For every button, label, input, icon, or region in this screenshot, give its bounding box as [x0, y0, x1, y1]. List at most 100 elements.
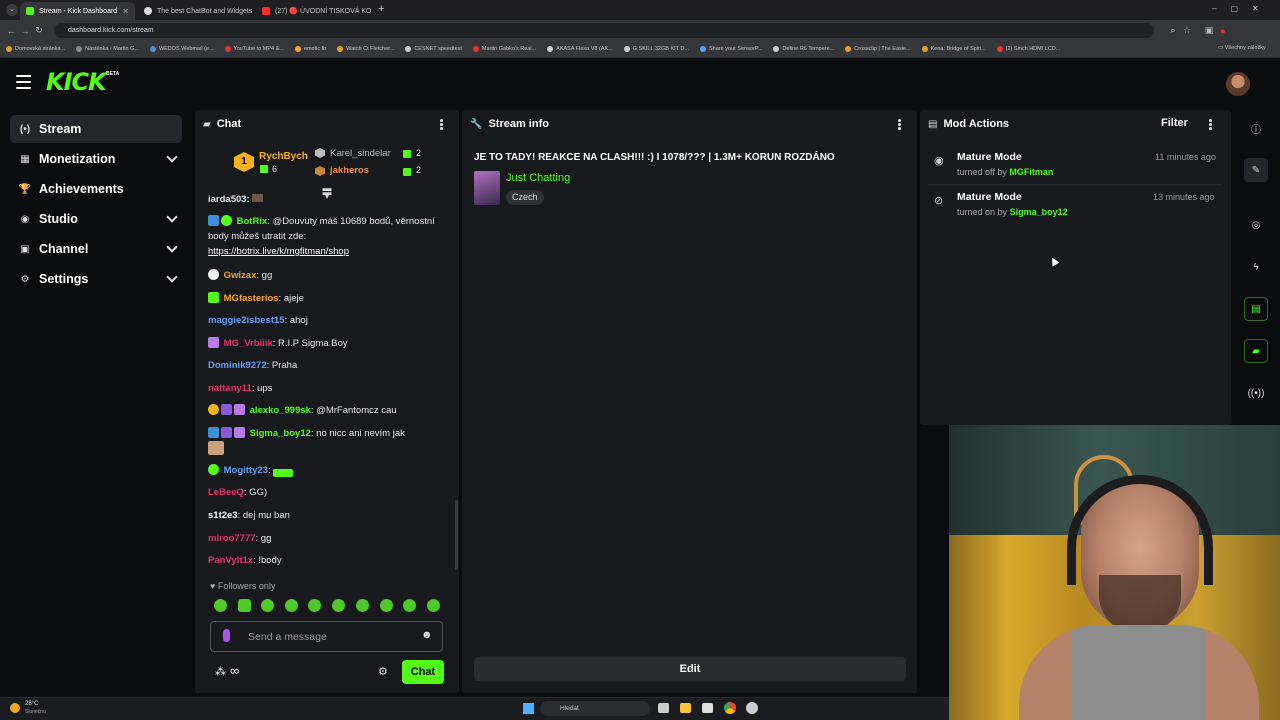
kick-points-icon[interactable]: ⁂	[215, 665, 226, 678]
calendar-icon[interactable]	[702, 703, 713, 713]
bookmark-item[interactable]: Martin Gabko's Real...	[472, 46, 536, 52]
avatar[interactable]	[1226, 72, 1250, 96]
chat-username[interactable]: nattany11	[208, 383, 252, 394]
url-input[interactable]: dashboard.kick.com/stream	[54, 23, 1154, 38]
emoji-icon[interactable]: ☻	[421, 629, 433, 641]
leader-1-name[interactable]: RychBych	[259, 151, 308, 162]
bookmark-item[interactable]: Kena: Bridge of Spiri...	[921, 46, 986, 52]
chat-username[interactable]: s1t2e3	[208, 510, 238, 521]
chat-link[interactable]: https://botrix.live/k/mgfitman/shop	[208, 246, 349, 257]
bookmark-item[interactable]: G.SKILL 32GB KIT D...	[623, 46, 689, 52]
bookmark-item[interactable]: WEDOS Webmail (e...	[149, 46, 214, 52]
mod-action-user[interactable]: MGFitman	[1009, 167, 1053, 177]
task-view-icon[interactable]	[658, 703, 669, 713]
bookmark-item[interactable]: Share your SensorP...	[699, 46, 762, 52]
sidebar-item-channel[interactable]: ▣ Channel	[10, 235, 182, 263]
chat-settings-icon[interactable]: ⚙	[378, 665, 388, 678]
sidebar-item-monetization[interactable]: ▦ Monetization	[10, 145, 182, 173]
chevron-down-icon[interactable]	[166, 151, 178, 163]
emote-icon[interactable]	[380, 599, 393, 612]
back-icon[interactable]: ←	[4, 26, 18, 36]
chat-message-list[interactable]: jarda503: BotRix: @Douvuty máš 10689 bod…	[208, 194, 453, 576]
taskbar-search[interactable]: Hledat	[540, 701, 650, 716]
emote-icon[interactable]	[427, 599, 440, 612]
chat-username[interactable]: LeBeeQ	[208, 487, 244, 498]
steam-icon[interactable]	[746, 702, 758, 714]
chat-username[interactable]: jarda503:	[208, 194, 250, 202]
bookmark-item[interactable]: CESNET speedtest	[405, 46, 462, 52]
bookmark-item[interactable]: Domovská stránka...	[6, 46, 65, 52]
chat-username[interactable]: maggie2isbest15	[208, 315, 285, 326]
chat-username[interactable]: MGfasterios	[224, 293, 279, 304]
bookmark-item[interactable]: YouTube to MP4 &...	[224, 46, 284, 52]
send-chat-button[interactable]: Chat	[402, 660, 444, 684]
emote-icon[interactable]	[308, 599, 321, 612]
leader-2-name[interactable]: Karel_sindelar	[330, 148, 391, 159]
kick-logo[interactable]: KICK	[46, 68, 107, 96]
emote-icon[interactable]	[403, 599, 416, 612]
info-icon[interactable]: ⓘ	[1244, 116, 1268, 140]
emote-icon[interactable]	[332, 599, 345, 612]
chat-username[interactable]: BotRix	[237, 216, 268, 227]
chevron-down-icon[interactable]	[166, 271, 178, 283]
chevron-down-icon[interactable]	[166, 211, 178, 223]
chat-username[interactable]: MG_Vrbiiik	[224, 338, 273, 349]
chat-username[interactable]: Gwizax	[224, 270, 257, 281]
filter-button[interactable]: Filter	[1161, 117, 1188, 129]
edit-button[interactable]: Edit	[474, 657, 906, 681]
bookmark-item[interactable]: AKASA Flexa V8 (AK...	[547, 46, 613, 52]
emote-icon[interactable]	[238, 599, 251, 612]
bookmark-item[interactable]: emotic fb	[294, 46, 326, 52]
chat-input[interactable]: Send a message ☻	[210, 621, 443, 652]
sidebar-item-stream[interactable]: (•) Stream	[10, 115, 182, 143]
chat-scrollbar[interactable]	[455, 500, 458, 570]
emote-icon[interactable]	[285, 599, 298, 612]
window-controls[interactable]: –▢✕	[1212, 4, 1273, 13]
start-icon[interactable]	[523, 703, 534, 714]
star-icon[interactable]: ☆	[1180, 25, 1194, 36]
tab-search-icon[interactable]: ⌄	[6, 4, 18, 16]
chat-username[interactable]: PanVylt1x	[208, 555, 253, 566]
tab-chatbot[interactable]: The best ChatBot and Widgets ✕	[138, 2, 253, 20]
close-icon[interactable]: ✕	[252, 7, 253, 16]
leader-3-name[interactable]: jakheros	[330, 165, 369, 176]
tab-youtube[interactable]: (27) 🔴 ÚVODNÍ TISKOVÁ KONF... ✕	[256, 2, 371, 20]
chrome-icon[interactable]	[724, 702, 736, 714]
camera-icon[interactable]: ◎	[1244, 213, 1268, 237]
bookmark-item[interactable]: Nástěnka ‹ Martin G...	[76, 46, 139, 52]
stream-info-menu-icon[interactable]	[898, 119, 901, 131]
profile-icon[interactable]: ●	[1216, 26, 1230, 36]
category-link[interactable]: Just Chatting	[506, 172, 570, 184]
reload-icon[interactable]: ↻	[32, 25, 46, 36]
mod-actions-rail-icon[interactable]: ▤	[1244, 297, 1268, 321]
chat-username[interactable]: alexko_999sk	[250, 405, 311, 416]
close-icon[interactable]: ✕	[118, 7, 129, 16]
microphone-icon[interactable]	[223, 629, 230, 642]
bookmark-item[interactable]: Define R6 Tempere...	[773, 46, 834, 52]
extension-icon[interactable]: ▣	[1202, 25, 1216, 36]
file-explorer-icon[interactable]	[680, 703, 691, 713]
sidebar-item-studio[interactable]: ◉ Studio	[10, 205, 182, 233]
sidebar-item-settings[interactable]: ⚙ Settings	[10, 265, 182, 293]
tab-kick-dashboard[interactable]: Stream - Kick Dashboard ✕	[20, 2, 135, 20]
category-thumbnail[interactable]	[474, 171, 500, 205]
lightning-icon[interactable]: ϟ	[1244, 255, 1268, 279]
pencil-icon[interactable]: ✎	[1244, 158, 1268, 182]
mod-action-user[interactable]: Sigma_boy12	[1010, 207, 1068, 217]
chevron-down-icon[interactable]	[166, 241, 178, 253]
chat-rail-icon[interactable]: ▰	[1244, 339, 1268, 363]
chat-username[interactable]: Dominik9272	[208, 360, 267, 371]
bookmark-item[interactable]: (2) Sinch HDMI LCD...	[996, 46, 1060, 52]
emote-icon[interactable]	[261, 599, 274, 612]
chat-username[interactable]: miroo7777	[208, 533, 256, 544]
chat-username[interactable]: Sigma_boy12	[250, 428, 311, 439]
mod-actions-menu-icon[interactable]	[1209, 119, 1212, 131]
forward-icon[interactable]: →	[18, 26, 32, 36]
menu-icon[interactable]	[16, 75, 31, 89]
bookmark-item[interactable]: Crossclip | The Easie...	[845, 46, 911, 52]
emote-icon[interactable]	[214, 599, 227, 612]
new-tab-icon[interactable]: +	[378, 3, 384, 15]
bookmark-item[interactable]: Watch Ct Fletcher...	[337, 46, 394, 52]
sidebar-item-achievements[interactable]: 🏆 Achievements	[10, 175, 182, 203]
zoom-icon[interactable]: ⌕	[1166, 25, 1180, 36]
